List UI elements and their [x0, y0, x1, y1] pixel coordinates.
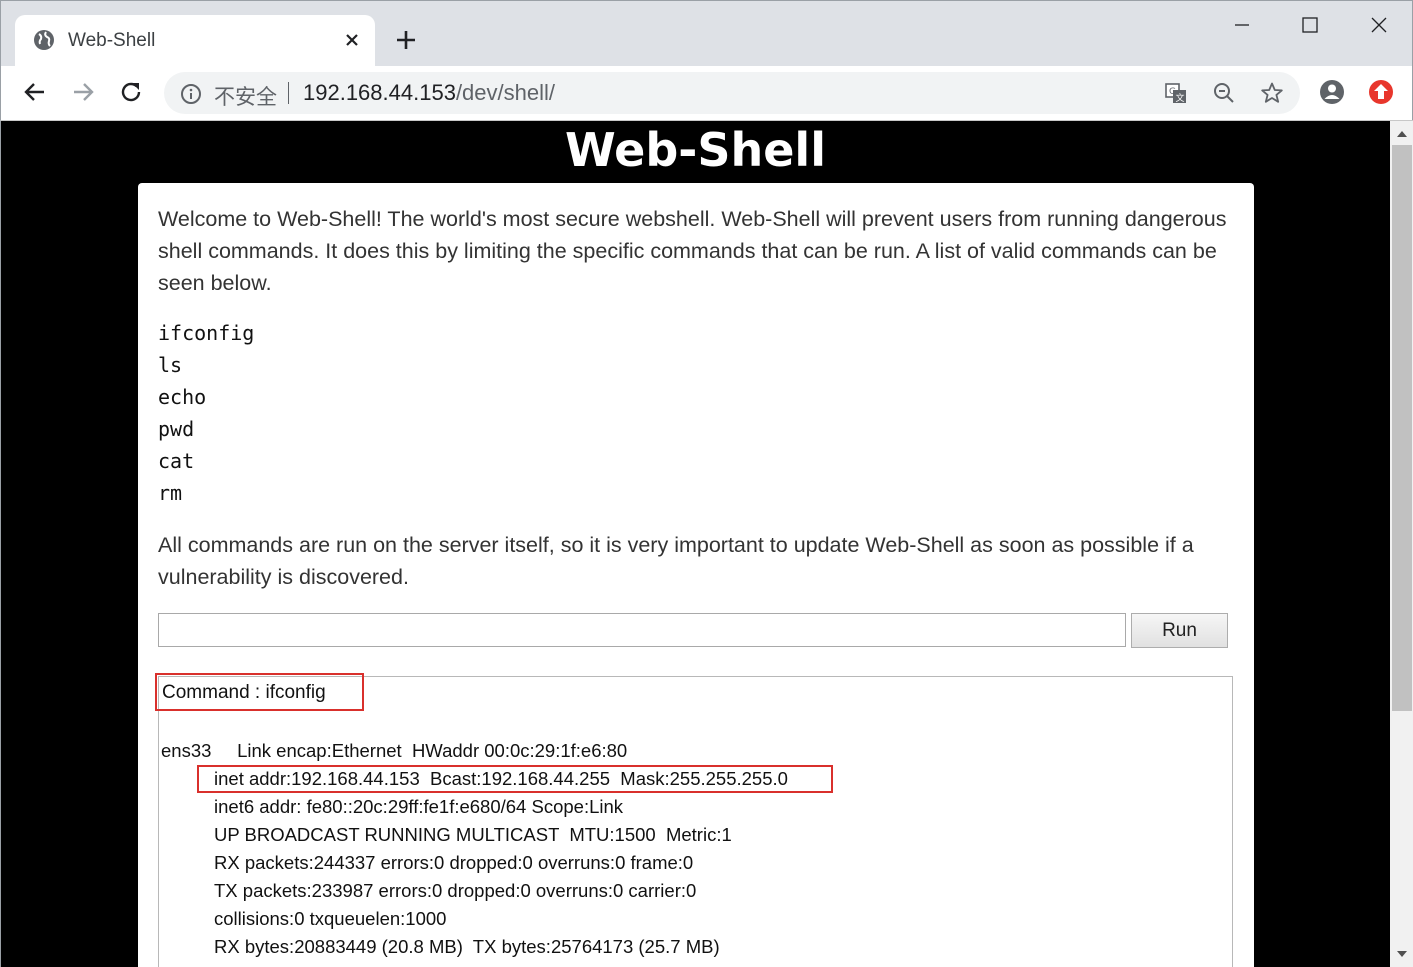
extension-icon[interactable]: [1367, 78, 1395, 106]
info-icon[interactable]: [180, 83, 202, 105]
output-line: TX packets:233987 errors:0 dropped:0 ove…: [214, 880, 697, 901]
command-item: ls: [158, 353, 183, 377]
zoom-icon[interactable]: [1212, 81, 1236, 105]
output-line: RX packets:244337 errors:0 dropped:0 ove…: [214, 852, 694, 873]
page-scrollbar[interactable]: [1390, 121, 1413, 967]
warning-text: All commands are run on the server itsel…: [158, 533, 1194, 589]
command-item: rm: [158, 481, 183, 505]
output-line: UP BROADCAST RUNNING MULTICAST MTU:1500 …: [214, 824, 732, 845]
translate-icon[interactable]: G 文: [1164, 81, 1188, 105]
back-arrow-icon[interactable]: [21, 78, 49, 106]
maximize-icon[interactable]: [1290, 11, 1330, 39]
command-item: ifconfig: [158, 321, 255, 345]
highlight-box-inet: [197, 765, 833, 793]
output-line: collisions:0 txqueuelen:1000: [214, 908, 447, 929]
command-output: Command : ifconfig ens33 Link encap:Ethe…: [155, 673, 1233, 967]
profile-icon[interactable]: [1318, 78, 1346, 106]
url-text[interactable]: 192.168.44.153/dev/shell/: [303, 80, 555, 106]
run-button[interactable]: Run: [1131, 613, 1228, 648]
highlight-box-command: [155, 673, 364, 711]
scrollbar-thumb[interactable]: [1392, 145, 1412, 711]
browser-titlebar: Web-Shell: [0, 0, 1413, 67]
insecure-label[interactable]: 不安全: [214, 81, 277, 111]
svg-text:文: 文: [1176, 92, 1185, 104]
minimize-icon[interactable]: [1222, 11, 1262, 39]
browser-tab[interactable]: Web-Shell: [15, 15, 375, 67]
output-line: RX bytes:20883449 (20.8 MB) TX bytes:257…: [214, 936, 720, 957]
reload-icon[interactable]: [117, 78, 145, 106]
globe-icon: [34, 30, 54, 50]
window-close-icon[interactable]: [1359, 11, 1399, 39]
scroll-down-icon[interactable]: [1390, 943, 1413, 965]
output-line: inet6 addr: fe80::20c:29ff:fe1f:e680/64 …: [214, 796, 624, 817]
valid-commands-list: ifconfig ls echo pwd cat rm: [158, 317, 254, 509]
forward-arrow-icon[interactable]: [69, 78, 97, 106]
address-bar[interactable]: 不安全 192.168.44.153/dev/shell/ G 文: [164, 72, 1300, 114]
page-title: Web-Shell: [565, 123, 826, 177]
command-item: cat: [158, 449, 195, 473]
content-panel: Welcome to Web-Shell! The world's most s…: [138, 183, 1254, 967]
close-icon[interactable]: [341, 29, 363, 51]
star-icon[interactable]: [1260, 81, 1284, 105]
command-item: echo: [158, 385, 207, 409]
tab-title: Web-Shell: [68, 30, 156, 51]
command-item: pwd: [158, 417, 195, 441]
page-viewport: Web-Shell Welcome to Web-Shell! The worl…: [0, 120, 1413, 967]
omnibox-divider: [288, 82, 289, 104]
intro-text: Welcome to Web-Shell! The world's most s…: [158, 207, 1227, 295]
command-input[interactable]: [158, 613, 1126, 647]
url-path: /dev/shell/: [455, 80, 555, 105]
scroll-up-icon[interactable]: [1390, 123, 1413, 145]
browser-toolbar: 不安全 192.168.44.153/dev/shell/ G 文: [0, 66, 1413, 120]
plus-icon[interactable]: [393, 27, 419, 53]
output-line: ens33 Link encap:Ethernet HWaddr 00:0c:2…: [161, 740, 628, 761]
url-host: 192.168.44.153: [303, 80, 456, 105]
